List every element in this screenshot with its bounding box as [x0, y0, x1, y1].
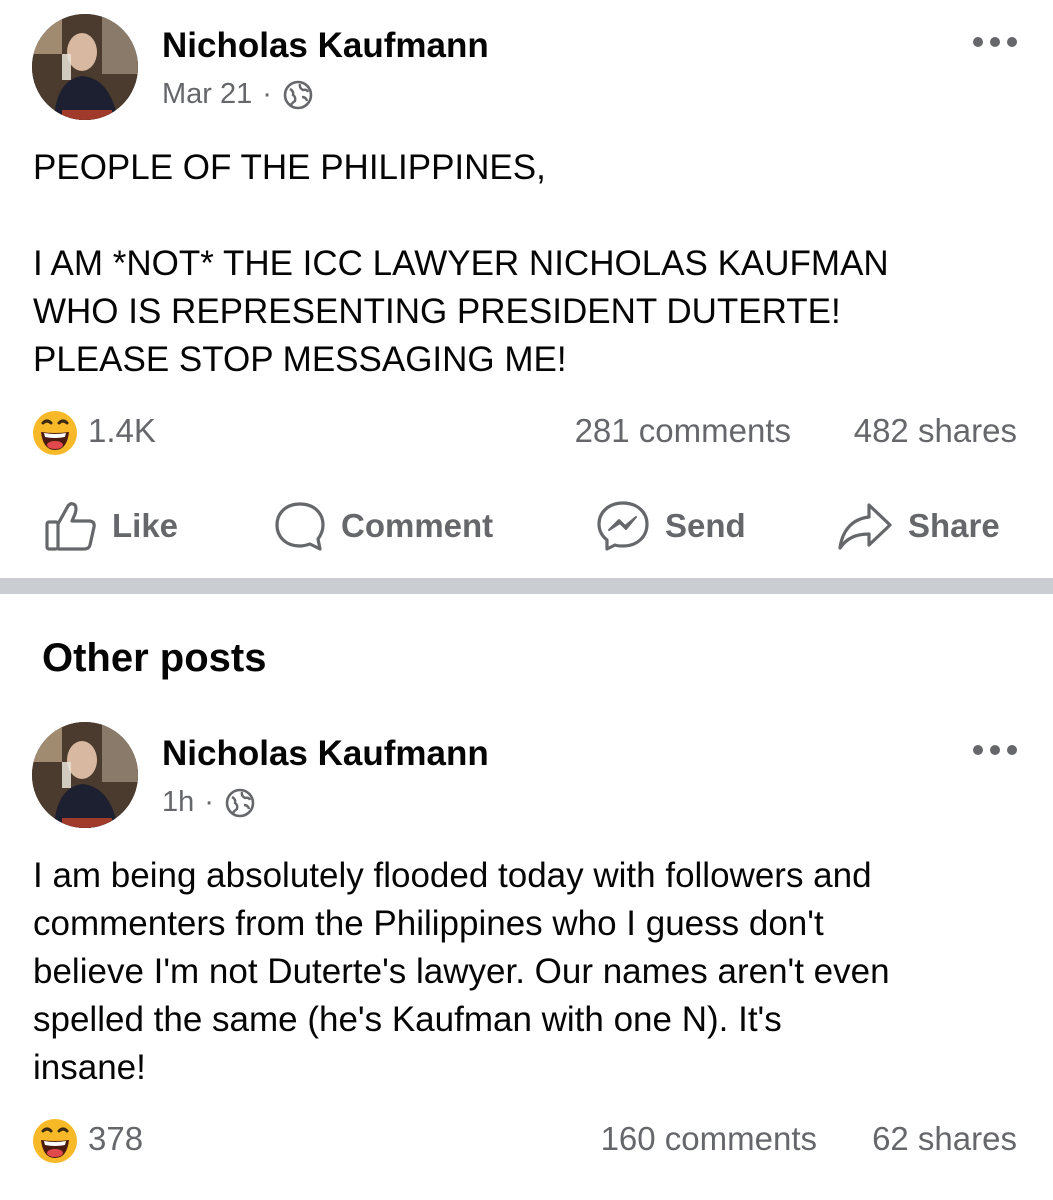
post-text: I am being absolutely flooded today with…	[33, 856, 890, 1087]
comment-label: Comment	[341, 507, 494, 544]
other-posts-title: Other posts	[42, 636, 267, 680]
author-name[interactable]: Nicholas Kaufmann	[162, 26, 489, 66]
post-meta: 1h ·	[162, 786, 256, 819]
post-date[interactable]: 1h	[162, 786, 194, 819]
thumbs-up-icon	[45, 502, 96, 551]
like-button[interactable]: Like	[44, 500, 178, 552]
haha-emoji-icon	[33, 411, 77, 455]
post-meta: Mar 21 ·	[162, 78, 314, 111]
comments-count[interactable]: 281 comments	[575, 412, 791, 450]
globe-icon	[225, 788, 255, 817]
send-label: Send	[665, 507, 746, 544]
haha-emoji-icon	[33, 1119, 77, 1163]
meta-separator: ·	[262, 78, 272, 110]
more-options-icon[interactable]	[970, 740, 1020, 760]
share-button[interactable]: Share	[836, 500, 1000, 552]
comment-button[interactable]: Comment	[273, 500, 493, 552]
section-divider	[0, 578, 1053, 594]
post-text: PEOPLE OF THE PHILIPPINES, I AM *NOT* TH…	[33, 148, 889, 379]
post-date[interactable]: Mar 21	[162, 78, 252, 111]
avatar-photo	[32, 722, 138, 828]
meta-separator: ·	[204, 786, 214, 818]
reaction-count[interactable]: 378	[88, 1120, 143, 1158]
send-button[interactable]: Send	[595, 500, 746, 552]
share-label: Share	[908, 507, 1000, 544]
like-label: Like	[112, 507, 179, 544]
author-name[interactable]: Nicholas Kaufmann	[162, 734, 489, 774]
messenger-icon	[597, 501, 649, 551]
shares-count[interactable]: 62 shares	[872, 1120, 1017, 1158]
more-options-icon[interactable]	[970, 32, 1020, 52]
share-arrow-icon	[838, 503, 892, 550]
author-avatar[interactable]	[32, 14, 138, 120]
comment-icon	[275, 502, 325, 551]
avatar-photo	[32, 14, 138, 120]
reaction-count[interactable]: 1.4K	[88, 412, 156, 450]
shares-count[interactable]: 482 shares	[854, 412, 1017, 450]
comments-count[interactable]: 160 comments	[601, 1120, 817, 1158]
author-avatar[interactable]	[32, 722, 138, 828]
globe-icon	[283, 80, 313, 109]
